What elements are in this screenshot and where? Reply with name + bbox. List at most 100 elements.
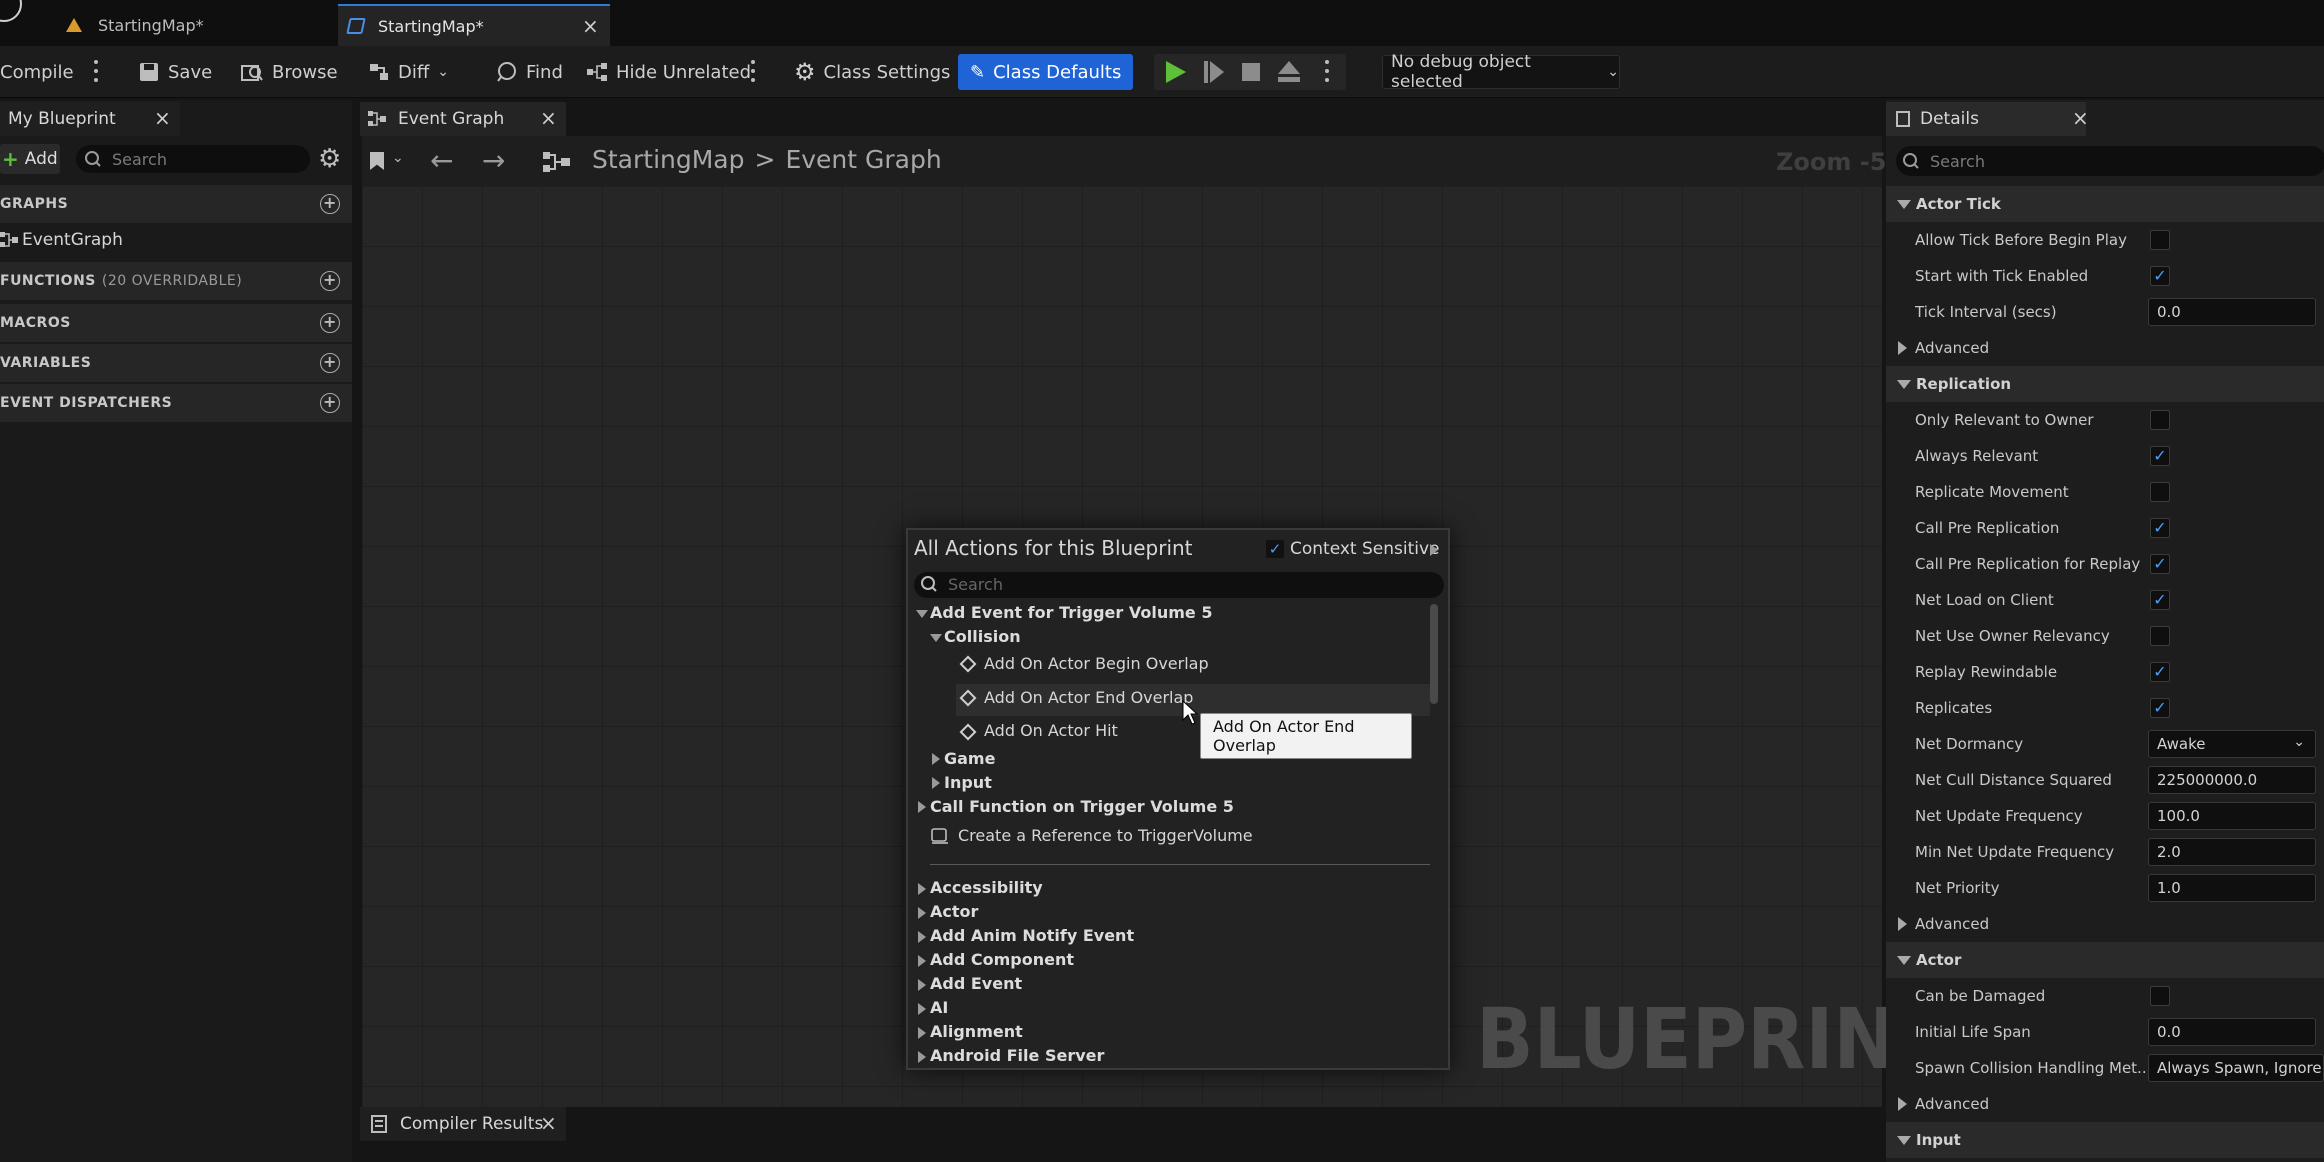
checkbox[interactable] [2150, 410, 2170, 430]
expand-right-icon[interactable] [918, 1051, 926, 1063]
event-dispatchers-section[interactable]: EVENT DISPATCHERS + [0, 384, 352, 422]
add-dispatcher-icon[interactable]: + [320, 393, 340, 413]
breadcrumb-current[interactable]: Event Graph [785, 145, 941, 174]
checkbox[interactable]: ✓ [2150, 554, 2170, 574]
list-item-category[interactable]: Android File Server [930, 1046, 1104, 1065]
breadcrumb-root[interactable]: StartingMap [592, 145, 745, 174]
checkbox[interactable]: ✓ [2150, 446, 2170, 466]
checkbox[interactable] [2150, 482, 2170, 502]
value-field[interactable]: 2.0 [2148, 838, 2316, 866]
back-arrow-icon[interactable]: ← [430, 144, 453, 177]
variables-section[interactable]: VARIABLES + [0, 344, 352, 382]
tab-starting-map-level[interactable]: StartingMap* [60, 4, 330, 46]
browse-button[interactable]: Browse [240, 56, 338, 88]
list-item-eventgraph[interactable]: EventGraph [0, 224, 352, 256]
list-item-category[interactable]: Add Anim Notify Event [930, 926, 1134, 945]
close-icon[interactable]: × [2072, 106, 2089, 130]
list-item-begin-overlap[interactable]: Add On Actor Begin Overlap [984, 654, 1209, 673]
find-button[interactable]: Find [496, 56, 563, 88]
my-blueprint-tab[interactable]: My Blueprint [0, 102, 180, 136]
debug-object-dropdown[interactable]: No debug object selected ⌄ [1382, 52, 1620, 92]
add-function-icon[interactable]: + [320, 271, 340, 291]
close-icon[interactable]: × [540, 1111, 557, 1135]
checkbox[interactable]: ✓ [2150, 662, 2170, 682]
category-actor[interactable]: Actor [1886, 942, 2324, 978]
checkbox[interactable]: ✓ [2150, 698, 2170, 718]
action-menu-scrollbar[interactable] [1430, 604, 1438, 704]
chevron-right-icon[interactable] [1430, 544, 1438, 556]
checkbox[interactable]: ✓ [2150, 266, 2170, 286]
more-options-icon[interactable] [750, 60, 756, 82]
settings-gear-icon[interactable]: ⚙ [318, 144, 341, 174]
add-variable-icon[interactable]: + [320, 353, 340, 373]
expand-right-icon[interactable] [918, 931, 926, 943]
compile-options-icon[interactable] [93, 60, 99, 82]
stop-icon[interactable] [1242, 63, 1260, 81]
advanced-row[interactable]: Advanced [1886, 1086, 2324, 1122]
list-item-category[interactable]: Add Component [930, 950, 1074, 969]
list-item-category[interactable]: Actor [930, 902, 978, 921]
event-graph-tab[interactable]: Event Graph × [360, 102, 566, 136]
list-item-input[interactable]: Input [944, 773, 992, 792]
play-options-icon[interactable] [1324, 60, 1330, 82]
value-field[interactable]: 100.0 [2148, 802, 2316, 830]
checkbox[interactable] [2150, 986, 2170, 1006]
list-item-collision[interactable]: Collision [944, 627, 1021, 646]
details-tab[interactable]: Details [1886, 102, 2086, 136]
expand-right-icon[interactable] [918, 883, 926, 895]
advanced-row[interactable]: Advanced [1886, 906, 2324, 942]
add-graph-icon[interactable]: + [320, 194, 340, 214]
compile-button[interactable]: Compile [0, 56, 74, 88]
expand-right-icon[interactable] [918, 979, 926, 991]
diff-button[interactable]: Diff ⌄ [368, 56, 449, 88]
checkbox[interactable]: ✓ [2150, 590, 2170, 610]
action-search-input[interactable]: Search [914, 572, 1444, 598]
expand-down-icon[interactable] [930, 634, 942, 642]
checkbox[interactable]: ✓ [2150, 518, 2170, 538]
eject-icon[interactable] [1278, 61, 1300, 83]
close-icon[interactable]: × [154, 106, 171, 130]
list-item-category[interactable]: Alignment [930, 1022, 1023, 1041]
category-replication[interactable]: Replication [1886, 366, 2324, 402]
hide-unrelated-button[interactable]: Hide Unrelated [586, 56, 751, 88]
chevron-down-icon[interactable]: ⌄ [392, 150, 404, 166]
class-settings-button[interactable]: ⚙ Class Settings [794, 56, 950, 88]
add-button[interactable]: + Add [0, 144, 60, 174]
tab-starting-map-blueprint[interactable]: StartingMap* × [338, 4, 610, 46]
value-field[interactable]: 225000000.0 [2148, 766, 2316, 794]
value-field[interactable]: 0.0 [2148, 298, 2316, 326]
close-icon[interactable]: × [582, 14, 599, 38]
expand-right-icon[interactable] [918, 907, 926, 919]
list-item-end-overlap[interactable]: Add On Actor End Overlap [984, 688, 1193, 707]
forward-arrow-icon[interactable]: → [482, 144, 505, 177]
net-dormancy-dropdown[interactable]: Awake ⌄ [2148, 730, 2316, 758]
advanced-row[interactable]: Advanced [1886, 330, 2324, 366]
my-blueprint-search[interactable]: Search [76, 145, 310, 173]
macros-section[interactable]: MACROS + [0, 304, 352, 342]
category-input[interactable]: Input [1886, 1122, 2324, 1158]
value-field[interactable]: 0.0 [2148, 1018, 2316, 1046]
context-sensitive-checkbox[interactable]: ✓ [1266, 540, 1284, 558]
list-item-category[interactable]: AI [930, 998, 948, 1017]
list-item-actor-hit[interactable]: Add On Actor Hit [984, 721, 1118, 740]
expand-right-icon[interactable] [932, 753, 940, 765]
checkbox[interactable] [2150, 626, 2170, 646]
category-actor-tick[interactable]: Actor Tick [1886, 186, 2324, 222]
expand-right-icon[interactable] [918, 1003, 926, 1015]
list-item-game[interactable]: Game [944, 749, 995, 768]
close-icon[interactable]: × [540, 106, 557, 130]
graphs-section[interactable]: GRAPHS + [0, 185, 352, 223]
list-item-add-event-trigger[interactable]: Add Event for Trigger Volume 5 [930, 603, 1212, 622]
list-item-call-function[interactable]: Call Function on Trigger Volume 5 [930, 797, 1234, 816]
expand-down-icon[interactable] [916, 610, 928, 618]
expand-right-icon[interactable] [918, 955, 926, 967]
expand-right-icon[interactable] [918, 1027, 926, 1039]
play-icon[interactable] [1166, 61, 1186, 83]
value-field[interactable]: 1.0 [2148, 874, 2316, 902]
checkbox[interactable] [2150, 230, 2170, 250]
spawn-collision-dropdown[interactable]: Always Spawn, Ignore Co [2148, 1054, 2324, 1082]
details-search[interactable]: Search [1896, 146, 2324, 176]
step-icon[interactable] [1204, 61, 1224, 83]
list-item-category[interactable]: Accessibility [930, 878, 1043, 897]
graph-hierarchy-icon[interactable] [543, 150, 571, 174]
